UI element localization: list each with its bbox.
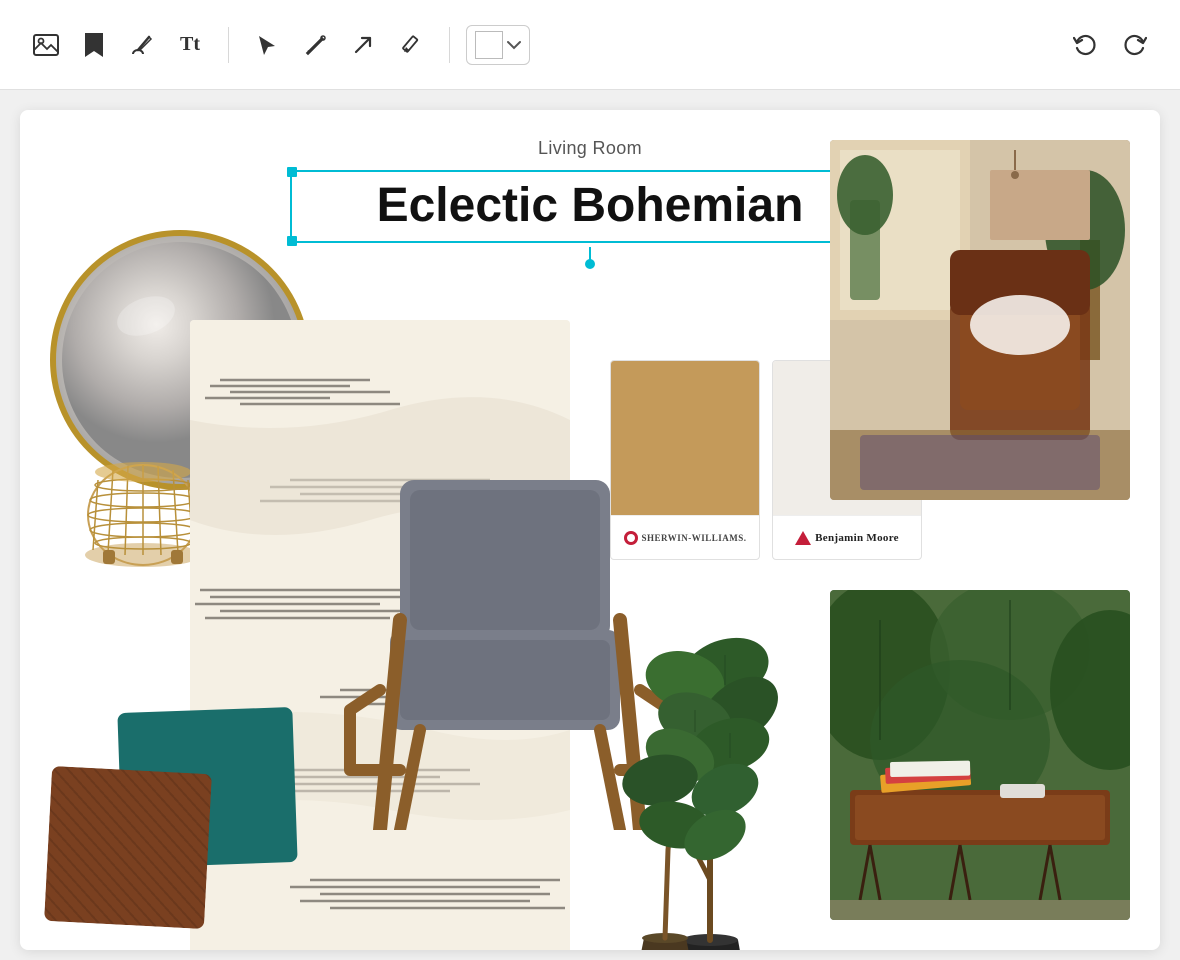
selection-handle-bottom[interactable] (585, 259, 595, 269)
toolbar: Tt (0, 0, 1180, 90)
bookmark-tool-button[interactable] (72, 23, 116, 67)
brush-tool-button[interactable] (120, 23, 164, 67)
swatch-card-sw[interactable]: SHERWIN-WILLIAMS. (610, 360, 760, 560)
sw-brand-badge: SHERWIN-WILLIAMS. (624, 531, 747, 545)
sw-logo-icon (624, 531, 638, 545)
main-heading-wrapper[interactable]: Eclectic Bohemian (290, 170, 890, 243)
chevron-down-icon (507, 40, 521, 50)
toolbar-divider-1 (228, 27, 229, 63)
undo-button[interactable] (1064, 23, 1108, 67)
bm-brand-badge: Benjamin Moore (795, 531, 899, 545)
select-tool-button[interactable] (245, 23, 289, 67)
text-tool-button[interactable]: Tt (168, 23, 212, 67)
selection-box: Eclectic Bohemian (290, 170, 890, 243)
rattan-basket-element[interactable] (78, 460, 208, 570)
pillow-brown-element[interactable] (44, 766, 212, 929)
arrow-tool-button[interactable] (341, 23, 385, 67)
tool-group-drawing (245, 23, 433, 67)
color-picker-button[interactable] (466, 25, 530, 65)
image-tool-button[interactable] (24, 23, 68, 67)
swatch-logo-sw: SHERWIN-WILLIAMS. (611, 515, 759, 559)
design-canvas: Living Room Eclectic Bohemian (20, 110, 1160, 950)
swatch-logo-bm: Benjamin Moore (773, 515, 921, 559)
bm-logo-icon (795, 531, 811, 545)
tool-group-color (466, 25, 530, 65)
redo-button[interactable] (1112, 23, 1156, 67)
swatch-color-sw (611, 361, 759, 515)
sw-brand-text: SHERWIN-WILLIAMS. (642, 533, 747, 543)
sw-logo-inner (627, 534, 635, 542)
photo-table-bottom-right[interactable] (830, 590, 1130, 920)
toolbar-divider-2 (449, 27, 450, 63)
pencil-tool-button[interactable] (389, 23, 433, 67)
plant-element[interactable] (610, 580, 800, 950)
color-swatch (475, 31, 503, 59)
undo-redo-group (1064, 23, 1156, 67)
bm-brand-text: Benjamin Moore (815, 532, 899, 544)
photo-room-top-right[interactable] (830, 140, 1130, 500)
pen-tool-button[interactable] (293, 23, 337, 67)
selection-handle-tl[interactable] (287, 167, 297, 177)
main-heading[interactable]: Eclectic Bohemian (308, 180, 872, 233)
room-title: Living Room (538, 138, 642, 159)
tool-group-media: Tt (24, 23, 212, 67)
